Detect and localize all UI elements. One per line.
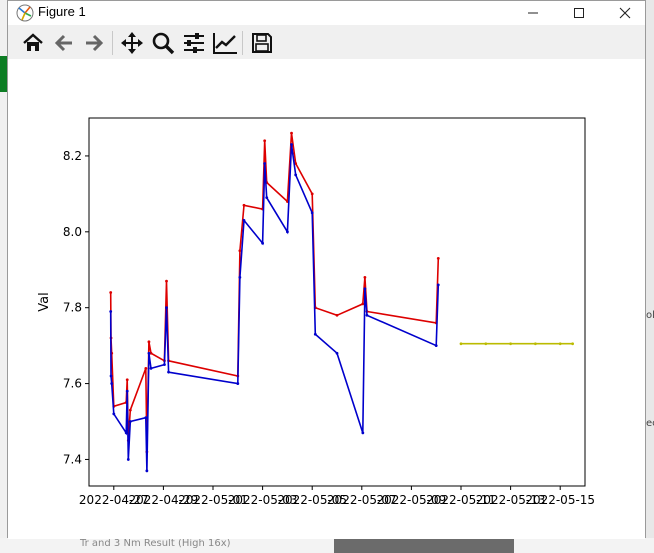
data-point [144, 416, 148, 420]
back-button[interactable] [50, 29, 78, 57]
background-app-edge [646, 0, 654, 553]
pan-button[interactable] [118, 29, 146, 57]
matplotlib-logo-icon [16, 4, 34, 22]
background-app-button[interactable] [334, 538, 514, 553]
data-point [147, 340, 151, 344]
data-point [125, 389, 129, 393]
data-point [436, 283, 440, 287]
data-point [163, 363, 166, 366]
line-chart[interactable]: 7.4 7.6 7.8 8.0 8.2 2022-04-272022-04-292022… [8, 59, 645, 537]
data-point [165, 279, 168, 283]
data-point [261, 241, 264, 245]
data-point [509, 342, 512, 346]
data-point [145, 469, 149, 473]
background-app-text: Tr and 3 Nm Result (High 16x) [80, 538, 231, 549]
data-point [128, 408, 132, 412]
arrow-right-icon [86, 34, 104, 52]
save-button[interactable] [248, 29, 276, 57]
y-tick-label: 7.4 [63, 452, 82, 466]
data-point [144, 366, 148, 370]
navigation-toolbar [8, 25, 645, 60]
data-point [361, 431, 365, 435]
toolbar-separator [112, 31, 113, 55]
data-point [335, 351, 339, 355]
data-point [128, 420, 132, 423]
figure-window: Figure 1 7.4 7.6 7.8 8.0 8.2 2022-04-27 … [7, 0, 646, 539]
data-point [310, 211, 314, 215]
y-tick-label: 7.8 [63, 301, 82, 315]
figure-canvas[interactable]: 7.4 7.6 7.8 8.0 8.2 2022-04-27 2022-04-29 2022… [8, 59, 645, 539]
data-point [459, 342, 463, 346]
maximize-button[interactable] [556, 1, 602, 25]
data-point [335, 313, 339, 317]
data-point [167, 370, 170, 374]
data-point [286, 230, 289, 234]
toolbar-separator [242, 31, 243, 55]
data-point [290, 143, 293, 146]
data-point [361, 302, 365, 306]
minimize-button[interactable] [510, 1, 556, 25]
home-button[interactable] [19, 29, 47, 57]
maximize-icon [574, 8, 584, 18]
data-point [238, 275, 242, 279]
background-app-text-fragment: ol [646, 310, 654, 321]
close-button[interactable] [602, 1, 648, 25]
x-tick-label: 2022-05-15 [525, 493, 595, 507]
data-point [125, 378, 129, 382]
data-point [242, 219, 246, 222]
data-point [310, 192, 314, 196]
window-title: Figure 1 [38, 4, 86, 19]
data-point [109, 310, 113, 313]
data-point [534, 342, 537, 346]
data-point [313, 332, 317, 336]
data-point [558, 342, 562, 346]
data-point [263, 162, 267, 165]
data-point [363, 275, 367, 279]
line-chart-icon [213, 33, 237, 54]
data-point [294, 173, 298, 177]
floppy-disk-icon [252, 33, 272, 53]
y-tick-label: 7.6 [63, 377, 82, 391]
sliders-icon [184, 33, 204, 53]
data-point [112, 412, 116, 416]
zoom-button[interactable] [149, 29, 177, 57]
data-point [149, 366, 153, 370]
data-point [434, 344, 438, 348]
data-point [242, 203, 246, 207]
title-bar[interactable]: Figure 1 [8, 1, 645, 25]
data-point [236, 382, 240, 385]
data-point [365, 313, 369, 317]
data-point [484, 342, 488, 346]
data-point [124, 431, 128, 435]
background-app-text-fragment: ec [646, 418, 654, 429]
close-icon [619, 7, 631, 19]
data-point [571, 342, 574, 346]
move-icon [121, 32, 143, 54]
y-tick-label: 8.2 [63, 149, 82, 163]
data-point [147, 351, 151, 355]
y-axis: 7.4 7.6 7.8 8.0 8.2 [63, 149, 89, 466]
y-tick-label: 8.0 [63, 225, 82, 239]
x-axis: 2022-04-272022-04-292022-05-012022-05-03… [79, 486, 595, 507]
minimize-icon [528, 12, 538, 14]
forward-button[interactable] [80, 29, 108, 57]
data-point [165, 306, 168, 310]
data-point [109, 291, 113, 294]
home-icon [23, 33, 43, 51]
data-point [290, 131, 293, 135]
data-point [263, 139, 267, 143]
y-axis-label: Val [37, 292, 52, 311]
data-point [109, 374, 113, 378]
plot-area [88, 117, 586, 487]
magnifier-icon [152, 32, 175, 55]
data-point [363, 287, 367, 291]
arrow-left-icon [54, 34, 72, 52]
configure-subplots-button[interactable] [180, 29, 208, 57]
data-point [265, 196, 269, 200]
data-point [436, 256, 440, 260]
data-point [110, 382, 114, 385]
edit-axis-button[interactable] [211, 29, 239, 57]
data-point [126, 458, 130, 461]
data-point [238, 249, 242, 253]
